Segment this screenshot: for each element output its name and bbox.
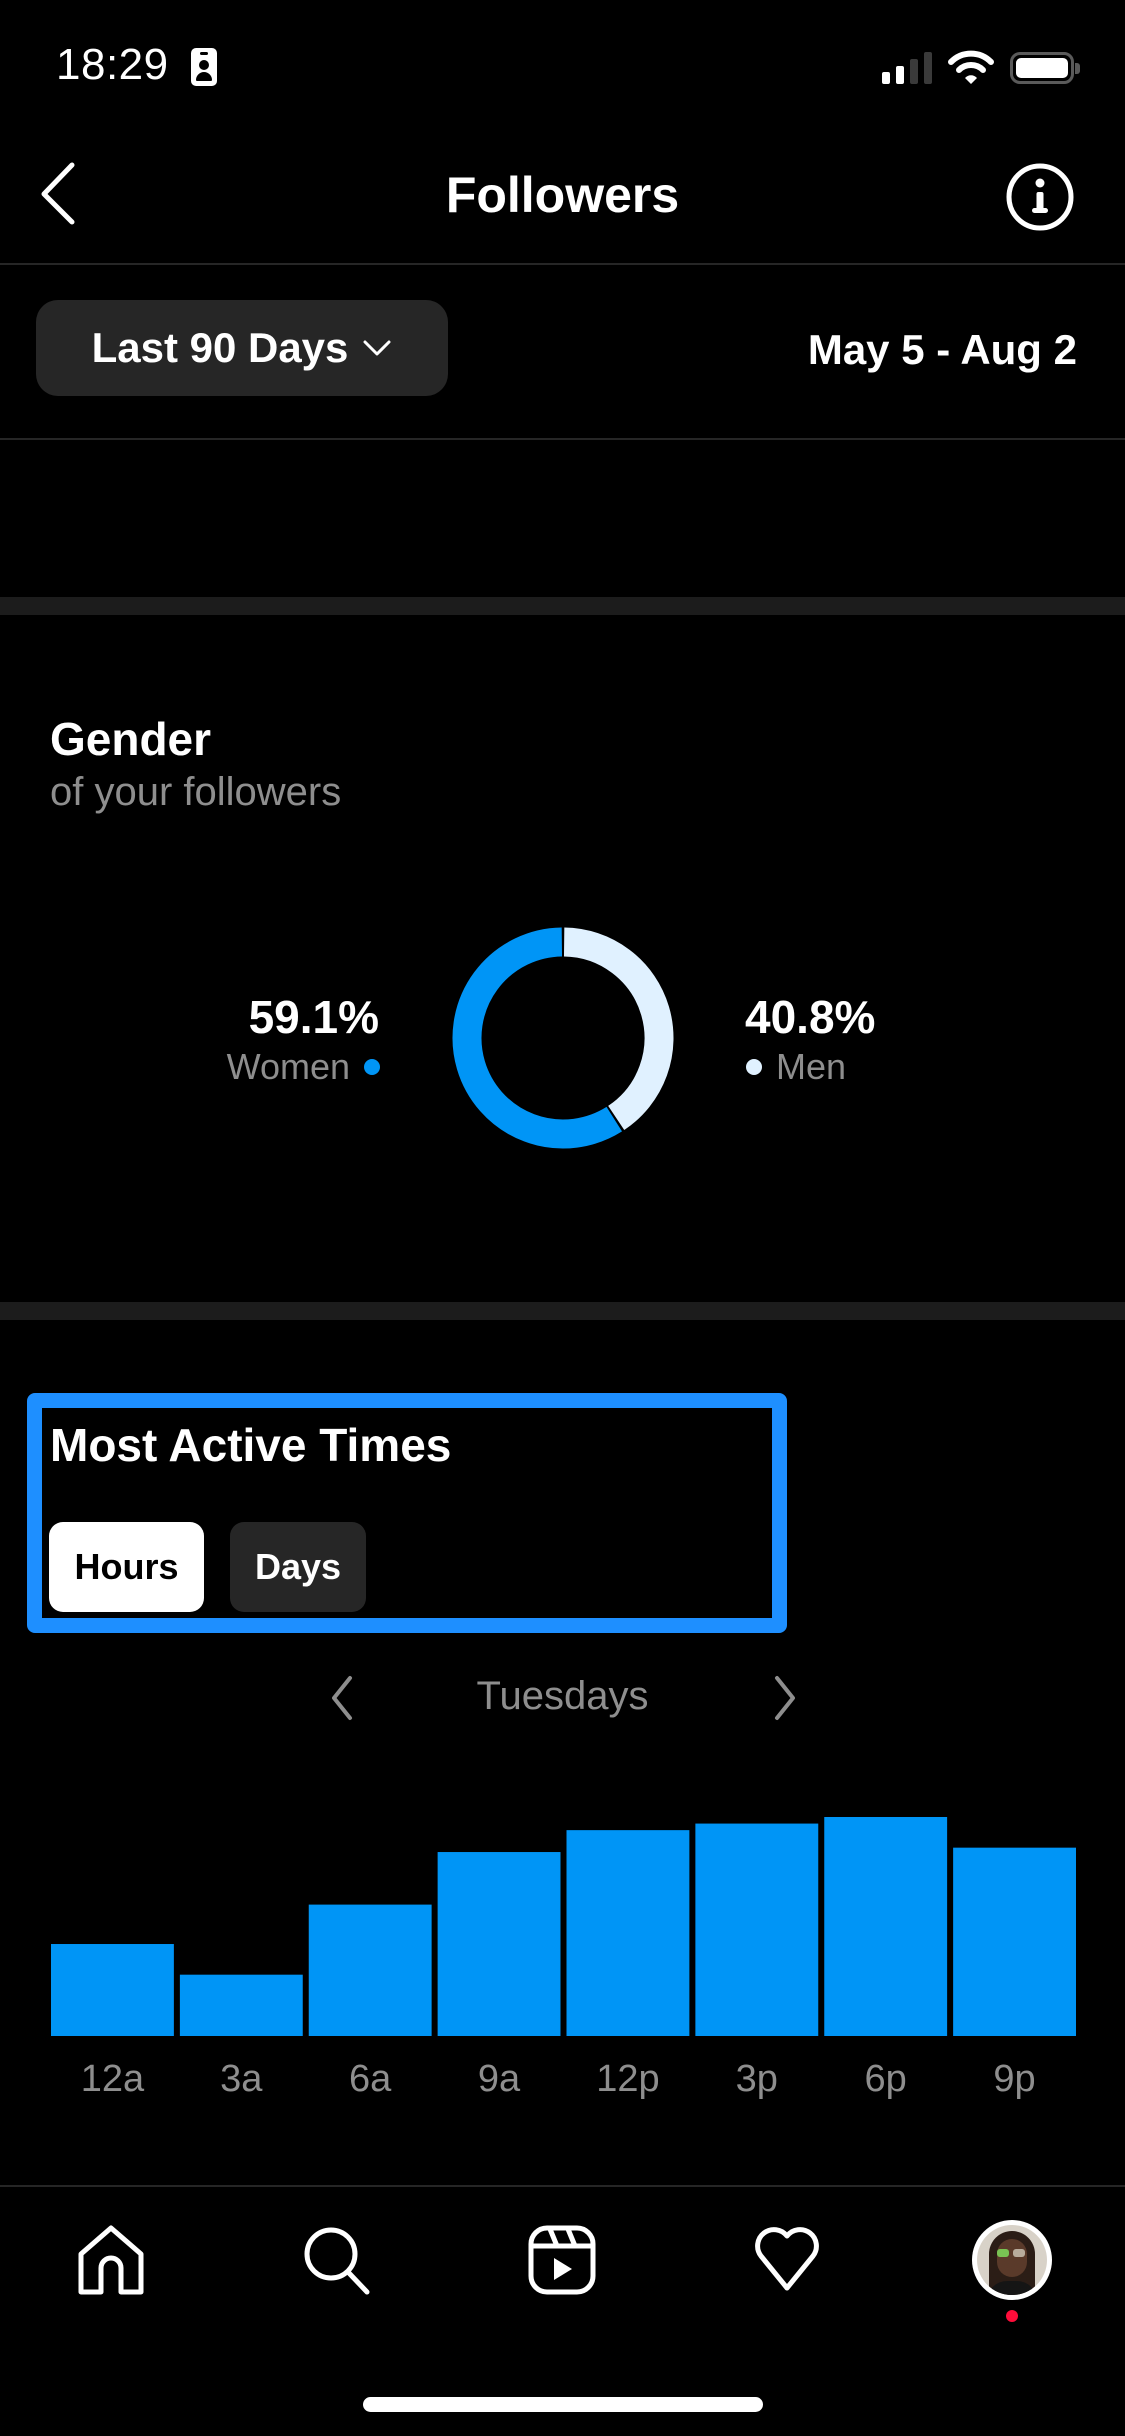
gender-title: Gender bbox=[50, 713, 212, 765]
days-toggle[interactable]: Days bbox=[230, 1522, 366, 1612]
donut-slice-women bbox=[452, 927, 622, 1149]
active-times-bar-chart: 12a 3a 6a 9a 12p 3p 6p 9p bbox=[0, 1780, 1125, 2160]
next-day-button[interactable] bbox=[765, 1672, 805, 1724]
women-percentage: 59.1% bbox=[248, 991, 379, 1043]
bar-3a bbox=[179, 1974, 303, 2036]
avatar-image bbox=[977, 2225, 1047, 2295]
x-axis-label: 3p bbox=[735, 2058, 778, 2100]
x-axis-label: 12a bbox=[80, 2058, 145, 2100]
bar-3p bbox=[695, 1823, 819, 2036]
section-separator bbox=[0, 1302, 1125, 1320]
bar-6a bbox=[308, 1904, 432, 2036]
battery-icon bbox=[1010, 52, 1080, 84]
home-indicator bbox=[363, 2397, 763, 2412]
chevron-right-icon bbox=[775, 1676, 795, 1720]
search-icon bbox=[304, 2227, 370, 2295]
nav-reels-button[interactable] bbox=[522, 2220, 602, 2300]
hours-toggle[interactable]: Hours bbox=[49, 1522, 204, 1612]
men-label: Men bbox=[776, 1046, 847, 1087]
section-separator bbox=[0, 597, 1125, 615]
bar-12a bbox=[51, 1944, 174, 2036]
most-active-title: Most Active Times bbox=[50, 1419, 452, 1471]
x-axis-label: 9a bbox=[477, 2058, 521, 2100]
women-legend: Women bbox=[227, 1046, 380, 1088]
date-range-dropdown[interactable]: Last 90 Days bbox=[36, 300, 448, 396]
wifi-icon bbox=[948, 50, 994, 84]
home-icon bbox=[78, 2225, 144, 2295]
nav-home-button[interactable] bbox=[71, 2220, 151, 2300]
selected-day-label: Tuesdays bbox=[476, 1674, 649, 1718]
men-percentage: 40.8% bbox=[745, 991, 876, 1043]
filter-divider bbox=[0, 438, 1125, 440]
bar-9p bbox=[953, 1847, 1076, 2036]
cellular-signal-icon bbox=[882, 52, 932, 84]
bottom-nav-divider bbox=[0, 2185, 1125, 2187]
nav-activity-button[interactable] bbox=[747, 2220, 827, 2300]
x-axis-label: 6p bbox=[864, 2058, 907, 2100]
avatar bbox=[972, 2220, 1052, 2300]
x-axis-label: 9p bbox=[993, 2058, 1036, 2100]
bar-12p bbox=[566, 1830, 690, 2036]
gender-subtitle: of your followers bbox=[50, 770, 342, 814]
bar-6p bbox=[824, 1817, 948, 2036]
notification-dot bbox=[1006, 2310, 1018, 2322]
nav-search-button[interactable] bbox=[297, 2220, 377, 2300]
bar-9a bbox=[437, 1852, 561, 2036]
status-time: 18:29 bbox=[56, 40, 169, 89]
donut-slice-men bbox=[563, 927, 674, 1130]
gender-donut-chart bbox=[452, 927, 674, 1149]
x-axis-label: 6a bbox=[349, 2058, 392, 2100]
reels-icon bbox=[528, 2225, 596, 2295]
badge-icon bbox=[191, 48, 217, 86]
info-button[interactable] bbox=[1004, 161, 1076, 233]
page-title: Followers bbox=[445, 167, 680, 223]
nav-profile-button[interactable] bbox=[972, 2220, 1052, 2300]
x-axis-label: 12p bbox=[596, 2058, 660, 2100]
women-legend-dot bbox=[364, 1059, 380, 1075]
date-range-text: May 5 - Aug 2 bbox=[807, 326, 1077, 373]
x-axis-label: 3a bbox=[220, 2058, 263, 2100]
date-range-dropdown-label: Last 90 Days bbox=[91, 324, 349, 371]
women-label: Women bbox=[226, 1046, 350, 1087]
info-icon bbox=[1006, 163, 1074, 231]
men-legend: Men bbox=[746, 1046, 846, 1088]
header-divider bbox=[0, 263, 1125, 265]
men-legend-dot bbox=[746, 1059, 762, 1075]
chevron-down-icon bbox=[363, 340, 391, 356]
heart-icon bbox=[755, 2227, 819, 2291]
